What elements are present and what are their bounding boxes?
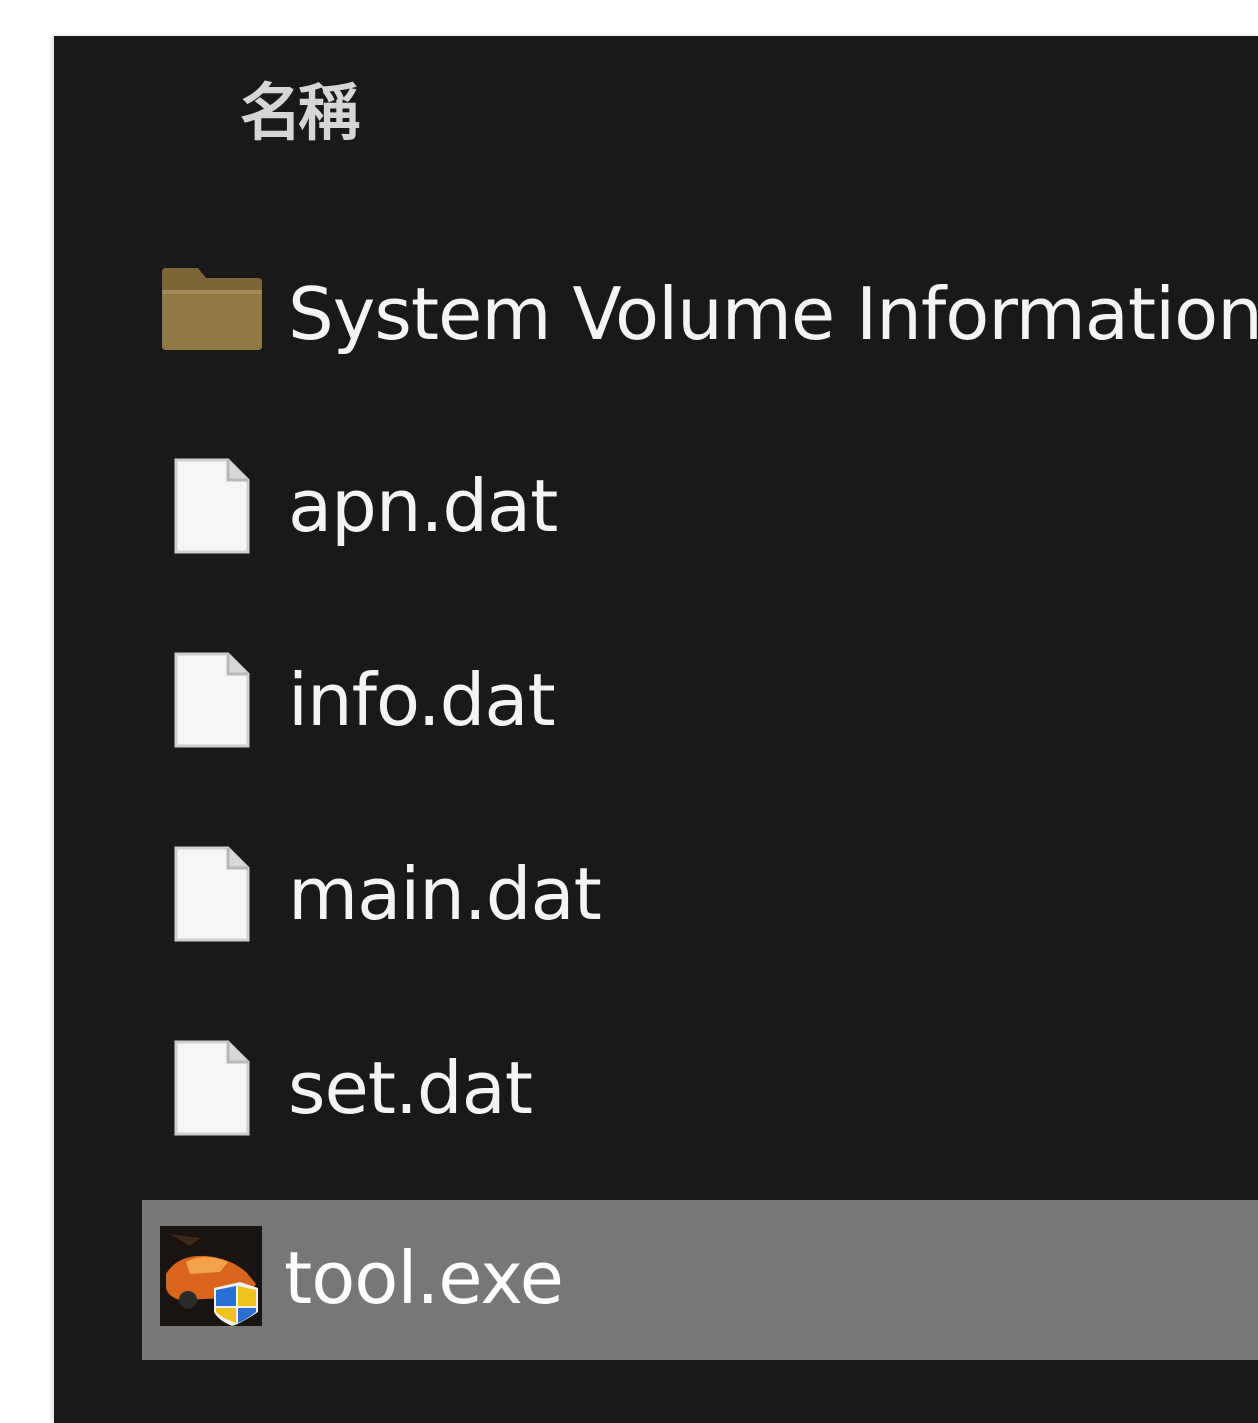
- file-icon: [172, 1038, 252, 1138]
- file-list: System Volume Information apn.dat info.d…: [54, 36, 1258, 1423]
- folder-icon: [160, 266, 264, 350]
- file-icon: [172, 844, 252, 944]
- list-item-system-volume-information[interactable]: System Volume Information: [142, 256, 1258, 376]
- file-name: tool.exe: [284, 1236, 564, 1320]
- list-item-info-dat[interactable]: info.dat: [142, 644, 1258, 764]
- file-explorer-pane: 名稱 System Volume Information apn.dat inf…: [54, 36, 1258, 1423]
- file-name: apn.dat: [288, 464, 558, 548]
- list-item-set-dat[interactable]: set.dat: [142, 1032, 1258, 1152]
- file-name: info.dat: [288, 658, 556, 742]
- file-name: set.dat: [288, 1046, 533, 1130]
- list-item-tool-exe[interactable]: tool.exe: [142, 1200, 1258, 1360]
- file-icon: [172, 650, 252, 750]
- list-item-apn-dat[interactable]: apn.dat: [142, 452, 1258, 572]
- file-name: System Volume Information: [288, 272, 1258, 356]
- exe-icon: [160, 1226, 262, 1326]
- list-item-main-dat[interactable]: main.dat: [142, 838, 1258, 958]
- file-icon: [172, 456, 252, 556]
- file-name: main.dat: [288, 852, 602, 936]
